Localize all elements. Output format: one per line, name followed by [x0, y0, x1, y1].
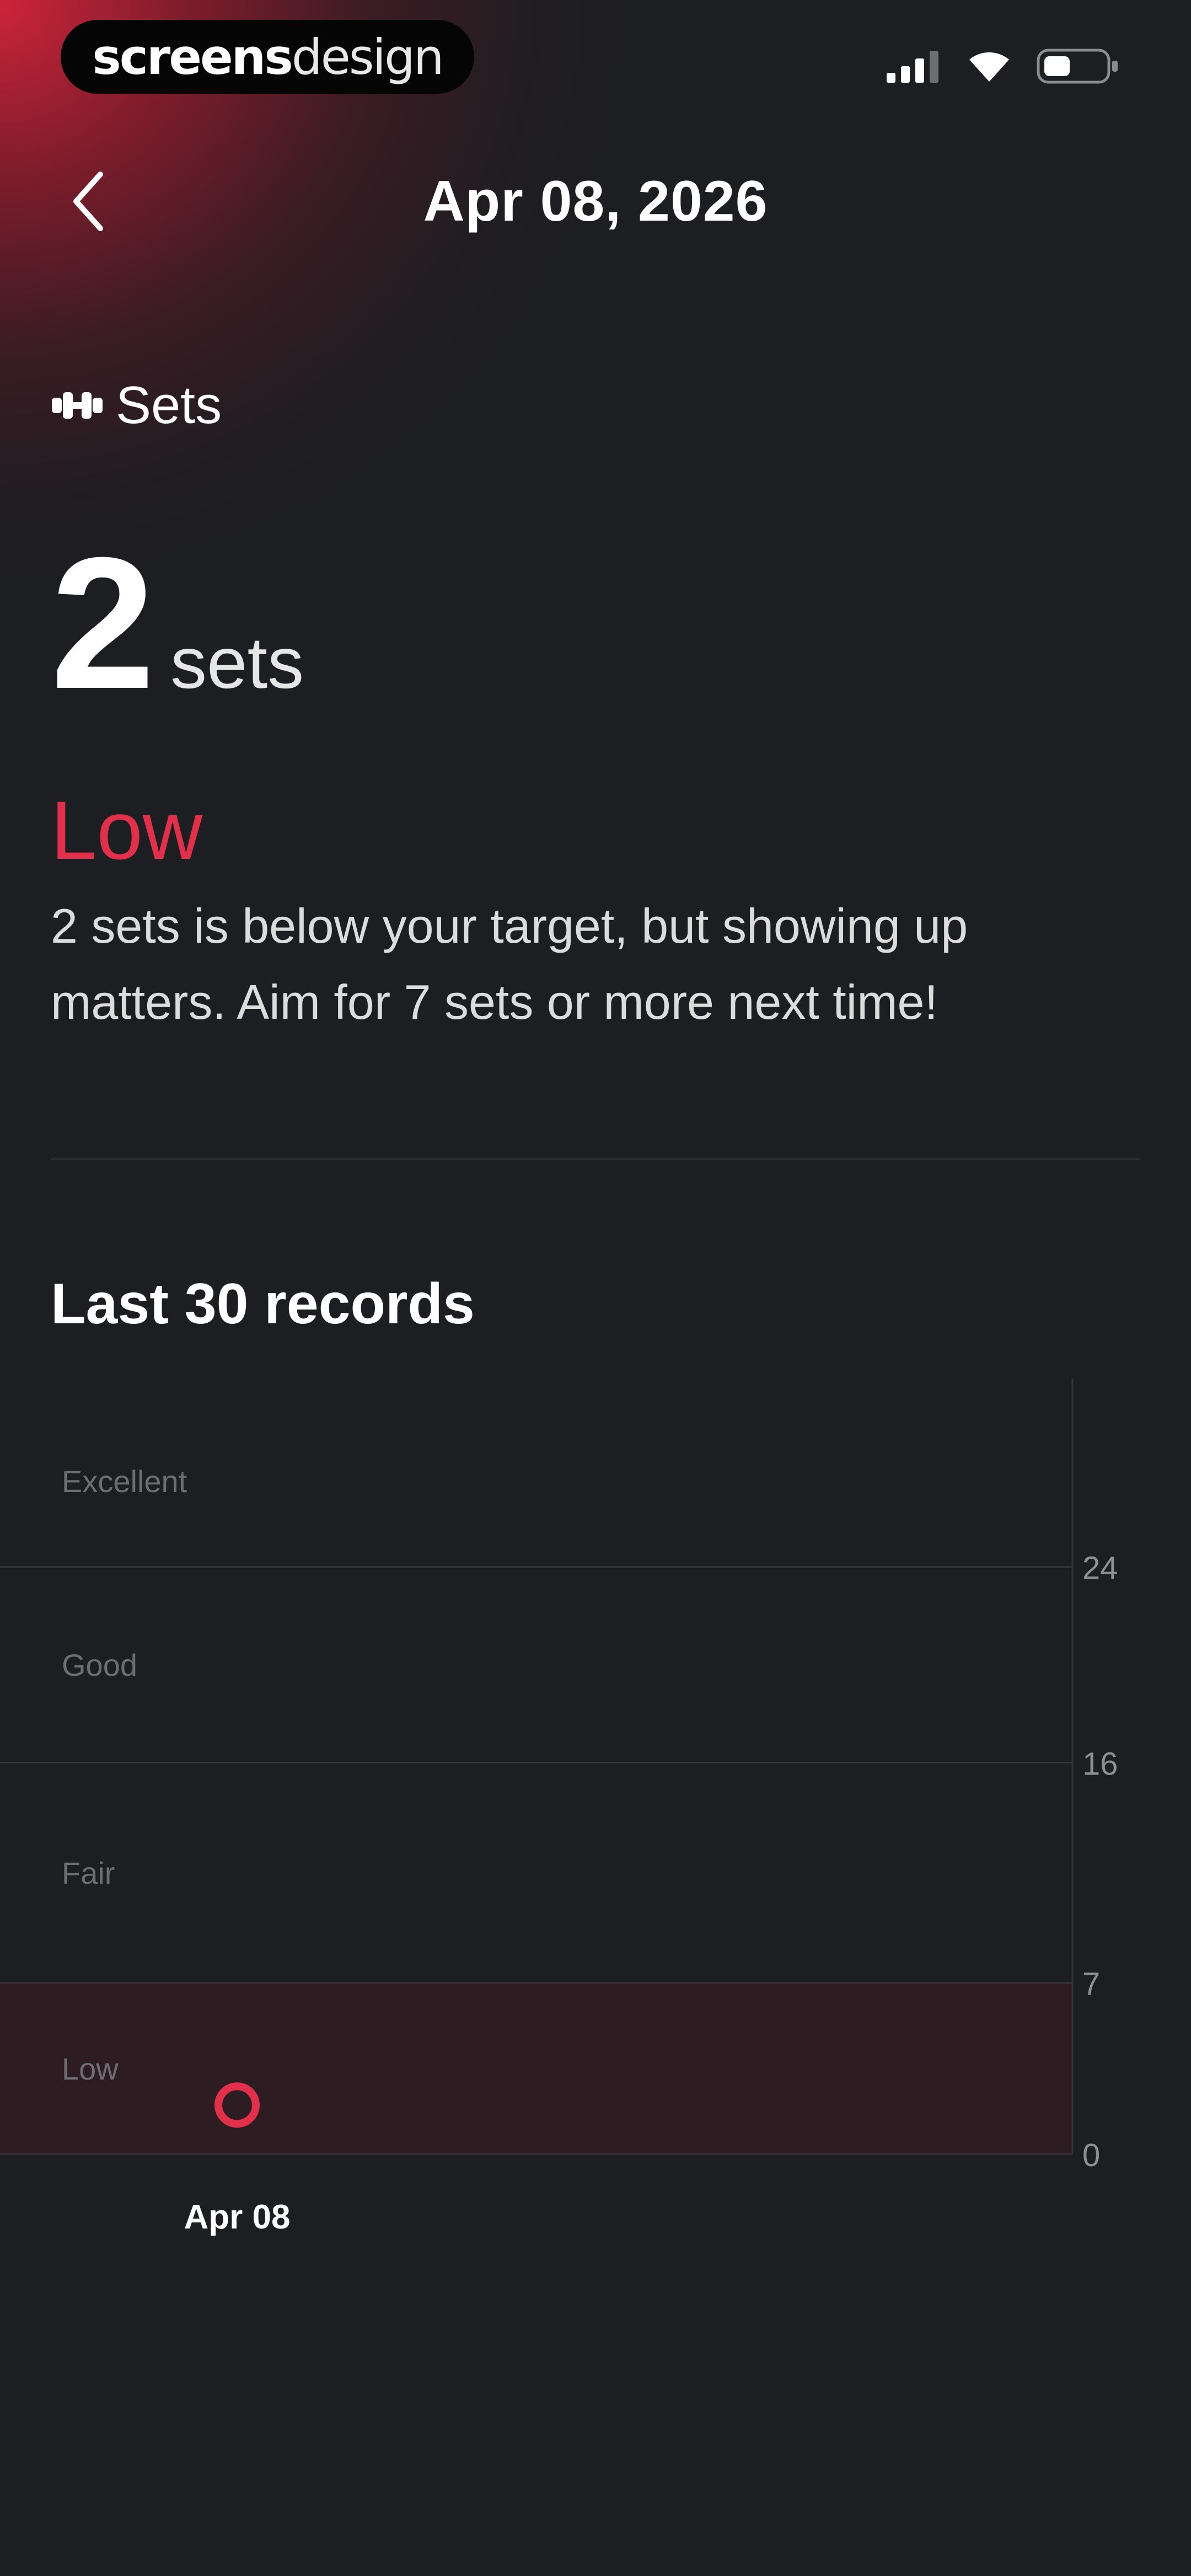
chart-y-tick-label: 24: [1082, 1550, 1118, 1586]
chart-y-tick-label: 16: [1082, 1746, 1118, 1782]
brand-logo: screensdesign: [92, 28, 444, 85]
chart-band-label: Low: [62, 2051, 119, 2086]
metric-label: Sets: [116, 376, 222, 435]
chart-band-label: Good: [62, 1648, 137, 1682]
header-gradient: [0, 0, 1191, 883]
chart-band-label: Excellent: [62, 1464, 187, 1499]
metric-value: 2: [51, 519, 155, 728]
cellular-signal-icon: [887, 51, 938, 83]
rating-description: 2 sets is below your target, but showing…: [51, 899, 968, 1029]
chart-band-highlight: [0, 1982, 1072, 2154]
chart-y-tick-label: 0: [1082, 2137, 1100, 2173]
chart-band-label: Fair: [62, 1856, 115, 1890]
metric-unit: sets: [170, 622, 304, 703]
brand-badge: screensdesign: [61, 20, 474, 94]
chevron-left-icon: [73, 172, 103, 231]
brand-light-text: design: [291, 28, 444, 85]
metric-value-row: 2 sets: [51, 519, 304, 728]
battery-icon: [1037, 49, 1118, 84]
chart-y-tick-label: 7: [1082, 1966, 1100, 2002]
wifi-icon: [969, 52, 1009, 82]
section-divider: [51, 1158, 1140, 1160]
back-button[interactable]: [61, 165, 116, 237]
brand-bold-text: screens: [92, 28, 293, 85]
metric-label-row: Sets: [51, 375, 222, 436]
rating-label: Low: [51, 784, 203, 877]
history-section-title: Last 30 records: [51, 1272, 475, 1336]
page-title: Apr 08, 2026: [423, 169, 768, 233]
dumbbell-icon: [52, 392, 103, 419]
status-icons: [887, 49, 1119, 84]
chart-x-tick-label: Apr 08: [184, 2198, 291, 2236]
history-chart: Excellent Good Fair Low 0 7 16 24 Apr 08: [0, 1379, 1118, 2236]
